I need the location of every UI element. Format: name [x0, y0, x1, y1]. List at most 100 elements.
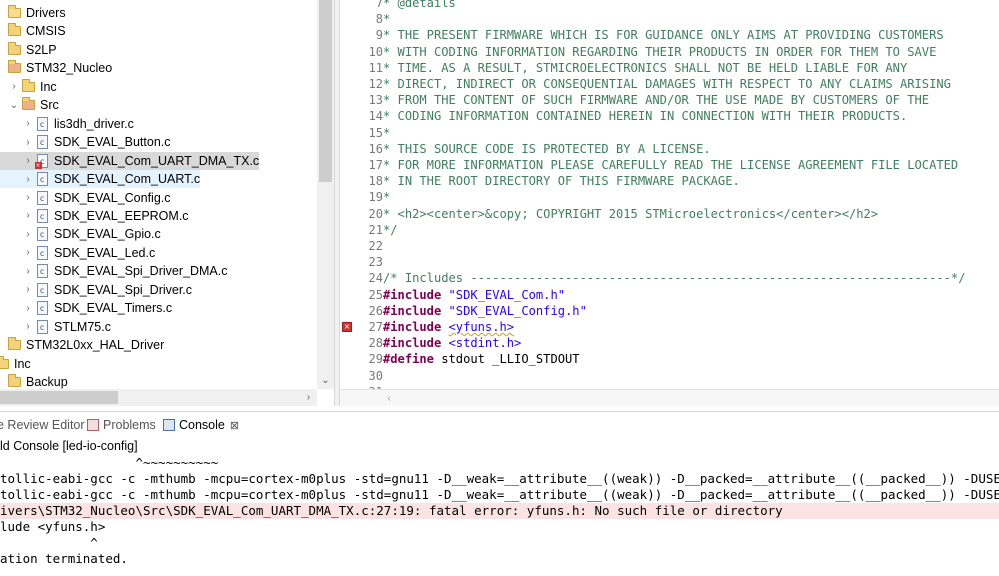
chevron-right-icon[interactable]: › [22, 281, 34, 299]
explorer-horizontal-scrollbar[interactable]: › [0, 389, 317, 406]
tree-item[interactable]: STM32_Nucleo [0, 59, 112, 77]
chevron-right-icon[interactable]: › [8, 78, 20, 96]
tree-item-label: Drivers [26, 6, 66, 20]
tree-item[interactable]: › c lis3dh_driver.c [0, 115, 134, 133]
code-token: #include [383, 303, 442, 318]
tab-label: Console [179, 418, 225, 432]
code-line[interactable]: * FROM THE CONTENT OF SUCH FIRMWARE AND/… [383, 92, 929, 108]
chevron-right-icon[interactable]: › [22, 299, 34, 317]
code-line[interactable]: * @details [383, 0, 456, 11]
code-line[interactable]: * TIME. AS A RESULT, STMICROELECTRONICS … [383, 60, 907, 76]
tree-item-label: Backup [26, 375, 68, 389]
code-line[interactable]: * THE PRESENT FIRMWARE WHICH IS FOR GUID… [383, 27, 944, 43]
code-line[interactable]: * IN THE ROOT DIRECTORY OF THIS FIRMWARE… [383, 173, 740, 189]
code-token: * IN THE ROOT DIRECTORY OF THIS FIRMWARE… [383, 174, 740, 189]
tree-item[interactable]: › c SDK_EVAL_Spi_Driver.c [0, 281, 192, 299]
tree-item[interactable]: › Inc [0, 78, 57, 96]
code-line[interactable]: /* Includes ----------------------------… [383, 270, 965, 286]
code-line[interactable]: #include "SDK_EVAL_Config.h" [383, 303, 587, 319]
chevron-right-icon[interactable]: › [22, 318, 34, 336]
code-line[interactable]: */ [383, 222, 398, 238]
chevron-right-icon[interactable]: › [22, 207, 34, 225]
tree-item[interactable]: › c SDK_EVAL_Led.c [0, 244, 155, 262]
code-line[interactable]: * FOR MORE INFORMATION PLEASE CAREFULLY … [383, 157, 958, 173]
code-line[interactable]: #define stdout _LLIO_STDOUT [383, 351, 580, 367]
line-number: 28 [368, 336, 383, 351]
scroll-down-icon[interactable]: ⌄ [317, 374, 334, 388]
explorer-hscroll-thumb[interactable] [0, 391, 118, 404]
c-file-icon: c [34, 245, 50, 261]
chevron-down-icon[interactable]: ⌄ [8, 96, 20, 114]
code-line[interactable]: #include <yfuns.h> [383, 319, 514, 335]
tree-item-label: STM32L0xx_HAL_Driver [26, 338, 165, 353]
explorer-scroll-thumb[interactable] [319, 0, 332, 182]
code-line[interactable]: * DIRECT, INDIRECT OR CONSEQUENTIAL DAMA… [383, 76, 951, 92]
tree-item[interactable]: › c SDK_EVAL_Com_UART.c [0, 170, 201, 189]
tree-item[interactable]: Drivers [0, 4, 66, 22]
chevron-right-icon[interactable]: › [22, 189, 34, 207]
code-token: * CODING INFORMATION CONTAINED HEREIN IN… [383, 109, 908, 124]
tab-console[interactable]: Console ⊠ [163, 414, 239, 436]
close-icon[interactable]: ⊠ [230, 419, 239, 432]
line-number: 25 [368, 287, 383, 302]
tab-problems[interactable]: Problems [87, 414, 156, 436]
tree-item[interactable]: › c SDK_EVAL_Gpio.c [0, 225, 161, 243]
chevron-right-icon[interactable]: › [22, 262, 34, 280]
c-file-icon: c [34, 282, 50, 298]
tree-item[interactable]: Inc [0, 355, 31, 373]
tree-item[interactable]: › c × SDK_EVAL_Com_UART_DMA_TX.c [0, 151, 260, 170]
explorer-vertical-scrollbar[interactable]: ⌄ [317, 0, 334, 389]
tree-item[interactable]: › c SDK_EVAL_Timers.c [0, 299, 172, 317]
code-token: * [383, 190, 391, 205]
line-number: 12 [368, 77, 383, 91]
chevron-right-icon[interactable]: › [22, 225, 34, 243]
code-line[interactable]: * [383, 189, 390, 205]
code-line[interactable]: * [383, 11, 390, 27]
tree-item-label: SDK_EVAL_Spi_Driver_DMA.c [54, 264, 228, 279]
chevron-right-icon[interactable]: › [22, 170, 34, 188]
code-line[interactable]: * CODING INFORMATION CONTAINED HEREIN IN… [383, 108, 907, 124]
tree-item-label: SDK_EVAL_Led.c [54, 245, 156, 260]
folder-icon [0, 355, 10, 372]
scroll-left-icon[interactable]: ‹ [382, 390, 396, 406]
tab-label: e Review Editor [0, 418, 85, 432]
code-editor[interactable]: 7 * @details 8 * 9 * THE PRESENT FIRMWARE WHI… [340, 0, 999, 406]
code-line[interactable]: * [383, 125, 390, 141]
editor-horizontal-scrollbar[interactable]: ‹ [340, 389, 999, 406]
line-number: 30 [368, 368, 383, 383]
code-line[interactable]: * THIS SOURCE CODE IS PROTECTED BY A LIC… [383, 141, 711, 157]
error-marker-icon[interactable]: × [342, 322, 352, 332]
code-line[interactable]: #include <stdint.h> [383, 335, 521, 351]
line-number: 23 [368, 255, 383, 270]
tree-item[interactable]: › c SDK_EVAL_EEPROM.c [0, 207, 189, 225]
tree-item[interactable]: › c STLM75.c [0, 318, 111, 336]
code-line[interactable]: #include "SDK_EVAL_Com.h" [383, 287, 565, 303]
chevron-right-icon[interactable]: › [22, 115, 34, 133]
error-badge-icon: × [34, 161, 42, 169]
scroll-right-icon[interactable]: › [300, 389, 317, 406]
line-number: 26 [368, 303, 383, 318]
tree-item[interactable]: › c SDK_EVAL_Config.c [0, 189, 171, 207]
code-line[interactable]: * WITH CODING INFORMATION REGARDING THEI… [383, 44, 936, 60]
console-line: ^~~~~~~~~~~ [0, 455, 219, 470]
chevron-right-icon[interactable]: › [22, 133, 34, 151]
line-number: 7 [375, 0, 383, 10]
tree-item[interactable]: › c SDK_EVAL_Spi_Driver_DMA.c [0, 262, 227, 280]
code-token: * THE PRESENT FIRMWARE WHICH IS FOR GUID… [383, 28, 944, 43]
tree-item-label: STM32_Nucleo [26, 61, 113, 76]
tree-item[interactable]: CMSIS [0, 22, 66, 40]
tree-item[interactable]: ⌄ Src [0, 96, 59, 114]
chevron-right-icon[interactable]: › [22, 244, 34, 262]
c-file-icon: c [34, 116, 50, 132]
code-token: #define [383, 352, 434, 367]
console-error-line: ivers\STM32_Nucleo\Src\SDK_EVAL_Com_UART… [0, 503, 999, 519]
code-line[interactable]: * <h2><center>&copy; COPYRIGHT 2015 STMi… [383, 206, 878, 222]
tree-item[interactable]: S2LP [0, 41, 57, 59]
tree-item[interactable]: STM32L0xx_HAL_Driver [0, 336, 164, 354]
chevron-right-icon[interactable]: › [22, 152, 34, 170]
tab-e-review-editor[interactable]: e Review Editor [0, 414, 85, 436]
tree-item[interactable]: › c SDK_EVAL_Button.c [0, 133, 171, 151]
console-output[interactable]: ^~~~~~~~~~~ tollic-eabi-gcc -c -mthumb -m… [0, 455, 999, 576]
